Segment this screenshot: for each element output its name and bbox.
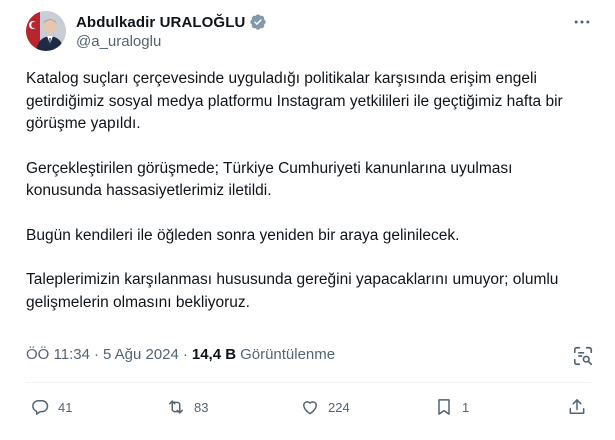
meta-separator: · — [93, 346, 99, 363]
tweet-actions: 41 83 224 1 — [26, 396, 591, 418]
tweet-text: Katalog suçları çerçevesinde uyguladığı … — [26, 68, 591, 336]
author-handle[interactable]: @a_uraloglu — [76, 33, 161, 50]
divider — [26, 382, 591, 383]
bookmark-icon — [438, 399, 450, 415]
heart-icon — [303, 401, 317, 415]
bookmark-button[interactable]: 1 — [434, 396, 469, 418]
tweet-time[interactable]: ÖÖ 11:34 — [26, 346, 90, 363]
tweet-paragraph: Taleplerimizin karşılanması hususunda ge… — [26, 271, 559, 311]
like-count: 224 — [328, 399, 350, 415]
views-count[interactable]: 14,4 B — [192, 346, 236, 363]
verified-badge-icon — [249, 13, 267, 31]
tweet-date[interactable]: 5 Ağu 2024 — [103, 346, 179, 363]
tweet-paragraph: Bugün kendileri ile öğleden sonra yenide… — [26, 226, 460, 244]
repost-button[interactable]: 83 — [166, 396, 208, 418]
avatar[interactable] — [26, 11, 66, 51]
reply-count: 41 — [58, 399, 73, 415]
views-label[interactable]: Görüntülenme — [240, 346, 335, 363]
reply-button[interactable]: 41 — [30, 396, 72, 418]
like-button[interactable]: 224 — [300, 396, 350, 418]
tweet-paragraph: Katalog suçları çerçevesinde uyguladığı … — [26, 70, 563, 132]
bookmark-count: 1 — [462, 399, 470, 415]
more-horizontal-icon — [574, 20, 590, 24]
share-icon — [569, 399, 585, 414]
tweet-card: Abdulkadir URALOĞLU @a_uraloglu Katalog … — [0, 0, 615, 440]
share-button[interactable] — [567, 396, 587, 418]
reply-icon — [32, 400, 49, 415]
meta-separator: · — [182, 346, 188, 363]
author-name-row[interactable]: Abdulkadir URALOĞLU — [76, 12, 267, 32]
more-options-button[interactable] — [570, 12, 594, 32]
repost-count: 83 — [194, 399, 209, 415]
author-display-name[interactable]: Abdulkadir URALOĞLU — [76, 14, 245, 31]
avatar-image — [26, 11, 66, 51]
tweet-paragraph: Gerçekleştirilen görüşmede; Türkiye Cumh… — [26, 159, 513, 200]
repost-icon — [169, 400, 183, 414]
grok-analyze-icon — [573, 346, 593, 366]
tweet-metadata: ÖÖ 11:34 · 5 Ağu 2024 · 14,4 B Görüntüle… — [26, 346, 335, 363]
grok-analyze-button[interactable] — [572, 345, 594, 367]
